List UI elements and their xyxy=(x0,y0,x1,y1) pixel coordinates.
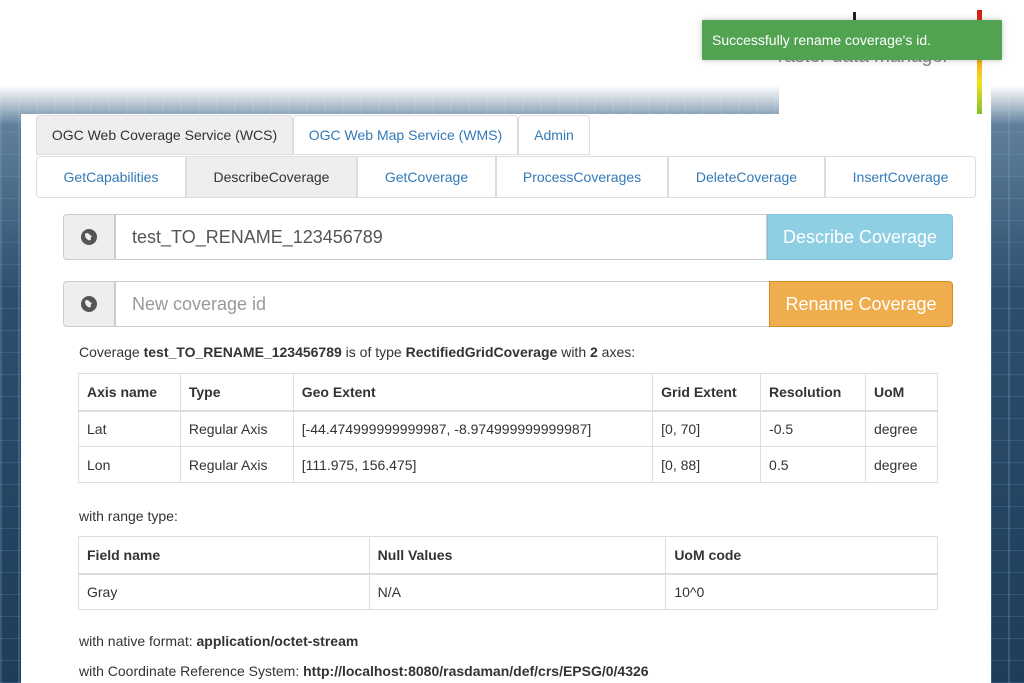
globe-icon xyxy=(63,281,115,327)
wcs-subtabs: GetCapabilities DescribeCoverage GetCove… xyxy=(36,156,976,198)
subtab-processcoverages[interactable]: ProcessCoverages xyxy=(496,156,668,198)
rename-input-group: Rename Coverage xyxy=(63,281,953,327)
table-cell: -0.5 xyxy=(760,410,866,447)
table-header-row: Axis name Type Geo Extent Grid Extent Re… xyxy=(78,373,939,412)
table-header: UoM code xyxy=(665,536,938,575)
tab-wcs[interactable]: OGC Web Coverage Service (WCS) xyxy=(36,115,293,155)
coverage-id-input[interactable] xyxy=(115,214,767,260)
table-header: Field name xyxy=(78,536,370,575)
table-header: Type xyxy=(179,373,294,412)
summary-suffix: axes: xyxy=(597,344,636,360)
subtab-label: InsertCoverage xyxy=(852,169,949,185)
describe-coverage-button[interactable]: Describe Coverage xyxy=(767,214,953,260)
tab-wms[interactable]: OGC Web Map Service (WMS) xyxy=(293,115,518,155)
subtab-insertcoverage[interactable]: InsertCoverage xyxy=(825,156,976,198)
table-row: Lon Regular Axis [111.975, 156.475] [0, … xyxy=(78,446,939,483)
toast-message: Successfully rename coverage's id. xyxy=(712,32,931,48)
subtab-label: DescribeCoverage xyxy=(213,169,330,185)
table-header: Axis name xyxy=(78,373,181,412)
subtab-getcoverage[interactable]: GetCoverage xyxy=(357,156,496,198)
subtab-label: GetCoverage xyxy=(384,169,469,185)
table-row: Lat Regular Axis [-44.474999999999987, -… xyxy=(78,410,939,447)
crs-value: http://localhost:8080/rasdaman/def/crs/E… xyxy=(303,663,649,679)
table-cell: degree xyxy=(864,446,939,483)
tab-label: OGC Web Coverage Service (WCS) xyxy=(51,127,278,143)
table-header: Resolution xyxy=(760,373,866,412)
table-header: Null Values xyxy=(368,536,667,575)
range-table: Field name Null Values UoM code Gray N/A… xyxy=(78,536,938,610)
coverage-summary: Coverage test_TO_RENAME_123456789 is of … xyxy=(79,344,635,360)
table-cell: [-44.474999999999987, -8.974999999999987… xyxy=(292,410,654,447)
summary-with: with xyxy=(557,344,590,360)
table-cell: degree xyxy=(864,410,939,447)
subtab-label: ProcessCoverages xyxy=(522,169,642,185)
tab-label: Admin xyxy=(534,127,574,143)
crs-line: with Coordinate Reference System: http:/… xyxy=(79,663,649,679)
native-format-line: with native format: application/octet-st… xyxy=(79,633,358,649)
subtab-deletecoverage[interactable]: DeleteCoverage xyxy=(668,156,825,198)
rename-coverage-button[interactable]: Rename Coverage xyxy=(769,281,953,327)
crs-label: with Coordinate Reference System: xyxy=(79,663,304,679)
table-cell: [0, 88] xyxy=(652,446,762,483)
subtab-label: DeleteCoverage xyxy=(695,169,798,185)
describe-input-group: Describe Coverage xyxy=(63,214,953,260)
table-cell: [0, 70] xyxy=(652,410,762,447)
tab-label: OGC Web Map Service (WMS) xyxy=(308,127,503,143)
summary-mid: is of type xyxy=(341,344,406,360)
table-cell: Lat xyxy=(78,410,181,447)
new-coverage-id-input[interactable] xyxy=(115,281,770,327)
globe-icon xyxy=(63,214,115,260)
table-header: UoM xyxy=(864,373,939,412)
table-cell: 10^0 xyxy=(665,573,938,610)
summary-coverage-id: test_TO_RENAME_123456789 xyxy=(143,344,342,360)
summary-axes-count: 2 xyxy=(590,344,598,360)
table-header-row: Field name Null Values UoM code xyxy=(78,536,938,575)
subtab-getcapabilities[interactable]: GetCapabilities xyxy=(36,156,186,198)
table-cell: Regular Axis xyxy=(179,410,294,447)
success-toast[interactable]: Successfully rename coverage's id. xyxy=(702,20,1002,60)
table-cell: Regular Axis xyxy=(179,446,294,483)
tab-admin[interactable]: Admin xyxy=(518,115,590,155)
subtab-label: GetCapabilities xyxy=(63,169,159,185)
range-type-label: with range type: xyxy=(79,508,178,524)
axes-table: Axis name Type Geo Extent Grid Extent Re… xyxy=(78,373,939,483)
table-cell: Gray xyxy=(78,573,370,610)
table-cell: 0.5 xyxy=(760,446,866,483)
table-header: Grid Extent xyxy=(652,373,762,412)
subtab-describecoverage[interactable]: DescribeCoverage xyxy=(186,156,357,198)
summary-coverage-type: RectifiedGridCoverage xyxy=(405,344,558,360)
native-format-label: with native format: xyxy=(79,633,197,649)
summary-prefix: Coverage xyxy=(79,344,144,360)
table-row: Gray N/A 10^0 xyxy=(78,573,938,610)
table-cell: Lon xyxy=(78,446,181,483)
table-cell: [111.975, 156.475] xyxy=(292,446,654,483)
native-format-value: application/octet-stream xyxy=(196,633,359,649)
table-header: Geo Extent xyxy=(292,373,654,412)
table-cell: N/A xyxy=(368,573,667,610)
